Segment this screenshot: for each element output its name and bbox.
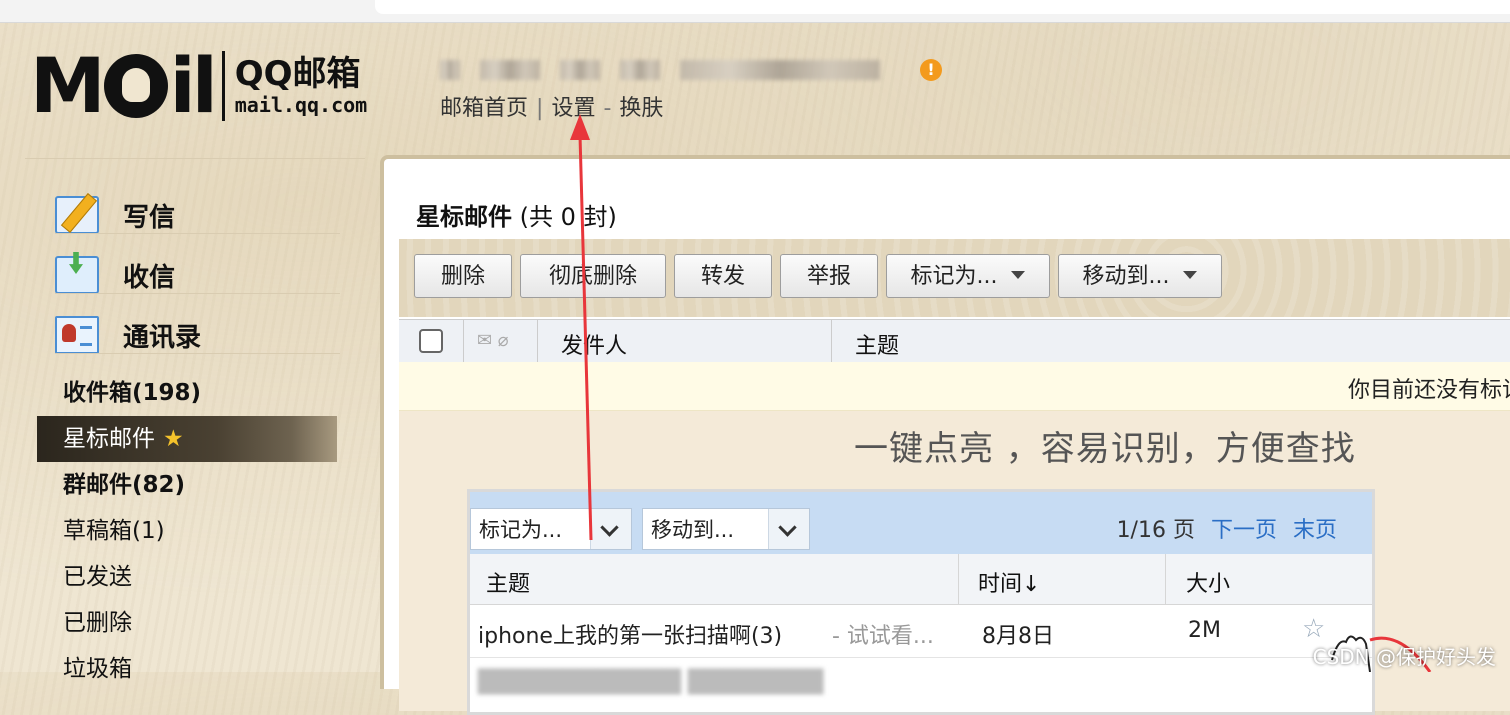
- watermark: CSDN @保护好头发: [1312, 645, 1496, 669]
- settings-link[interactable]: 设置: [551, 96, 595, 121]
- demo-mark-select: 标记为...: [470, 508, 632, 550]
- browser-top-strip: [0, 0, 1510, 23]
- column-subject[interactable]: 主题: [855, 328, 899, 360]
- demo-pager: 1/16 页下一页 末页: [1116, 518, 1337, 543]
- folder-drafts[interactable]: 草稿箱(1): [37, 508, 337, 554]
- contacts-button[interactable]: 通讯录: [55, 305, 201, 365]
- folder-deleted[interactable]: 已删除: [37, 600, 337, 646]
- star-outline-icon: ☆: [1302, 614, 1326, 644]
- chevron-down-icon: [1183, 271, 1198, 279]
- chevron-down-icon: [590, 509, 631, 549]
- inbox-icon: [55, 256, 99, 294]
- folder-group-mail[interactable]: 群邮件(82): [37, 462, 337, 508]
- compose-button[interactable]: 写信: [55, 185, 201, 245]
- demo-mail-row: iphone上我的第一张扫描啊(3) - 试试看... 8月8日 2M ☆: [470, 605, 1372, 658]
- logo-title: QQ邮箱: [234, 54, 361, 94]
- folder-starred[interactable]: 星标邮件 ★: [37, 416, 337, 462]
- warning-icon[interactable]: !: [920, 59, 942, 81]
- compose-icon: [55, 196, 99, 234]
- chevron-down-icon: [768, 509, 809, 549]
- sidebar-actions: 写信 收信 通讯录: [55, 185, 201, 365]
- promo-demo-image: 标记为... 移动到... 1/16 页下一页 末页 主题 时间↓ 大小 ipho…: [467, 489, 1375, 715]
- receive-button[interactable]: 收信: [55, 245, 201, 305]
- forward-button[interactable]: 转发: [674, 254, 772, 298]
- mark-as-dropdown[interactable]: 标记为...: [886, 254, 1050, 298]
- logo-mail-wordmark: Mil: [30, 41, 218, 130]
- empty-notice: 你目前还没有标记: [399, 362, 1510, 411]
- move-to-dropdown[interactable]: 移动到...: [1058, 254, 1222, 298]
- demo-move-select: 移动到...: [642, 508, 810, 550]
- logo-penguin-icon: [103, 54, 168, 118]
- star-icon: ★: [163, 426, 184, 452]
- delete-button[interactable]: 删除: [414, 254, 512, 298]
- select-all-checkbox[interactable]: [419, 329, 443, 353]
- envelope-attachment-icon: ✉ ⌀: [477, 330, 509, 351]
- folder-list: 收件箱(198) 星标邮件 ★ 群邮件(82) 草稿箱(1) 已发送 已删除 垃圾…: [37, 370, 337, 692]
- page-title: 星标邮件 (共 0 封): [416, 203, 617, 231]
- folder-sent[interactable]: 已发送: [37, 554, 337, 600]
- header-links: 邮箱首页 | 设置 - 换肤: [440, 96, 664, 121]
- folder-spam[interactable]: 垃圾箱: [37, 646, 337, 692]
- account-info-blurred: [440, 60, 900, 80]
- folder-inbox[interactable]: 收件箱(198): [37, 370, 337, 416]
- contacts-icon: [55, 316, 99, 354]
- qq-mail-logo[interactable]: Mil QQ邮箱 mail.qq.com: [30, 48, 367, 124]
- column-sender[interactable]: 发件人: [561, 328, 627, 360]
- chevron-down-icon: [1011, 271, 1026, 279]
- logo-domain: mail.qq.com: [234, 93, 368, 117]
- mail-table-header: ✉ ⌀ 发件人 主题: [399, 319, 1510, 363]
- skin-link[interactable]: 换肤: [619, 96, 663, 121]
- main-panel: 星标邮件 (共 0 封) 删除 彻底删除 转发 举报 标记为... 移动到...…: [380, 155, 1510, 715]
- permanent-delete-button[interactable]: 彻底删除: [520, 254, 666, 298]
- report-button[interactable]: 举报: [780, 254, 878, 298]
- promo-heading: 一键点亮 ，容易识别，方便查找: [854, 429, 1356, 469]
- home-link[interactable]: 邮箱首页: [440, 96, 528, 121]
- demo-mail-row-blurred: ████████████ ████████: [470, 658, 1372, 710]
- mail-toolbar: 删除 彻底删除 转发 举报 标记为... 移动到...: [399, 239, 1510, 317]
